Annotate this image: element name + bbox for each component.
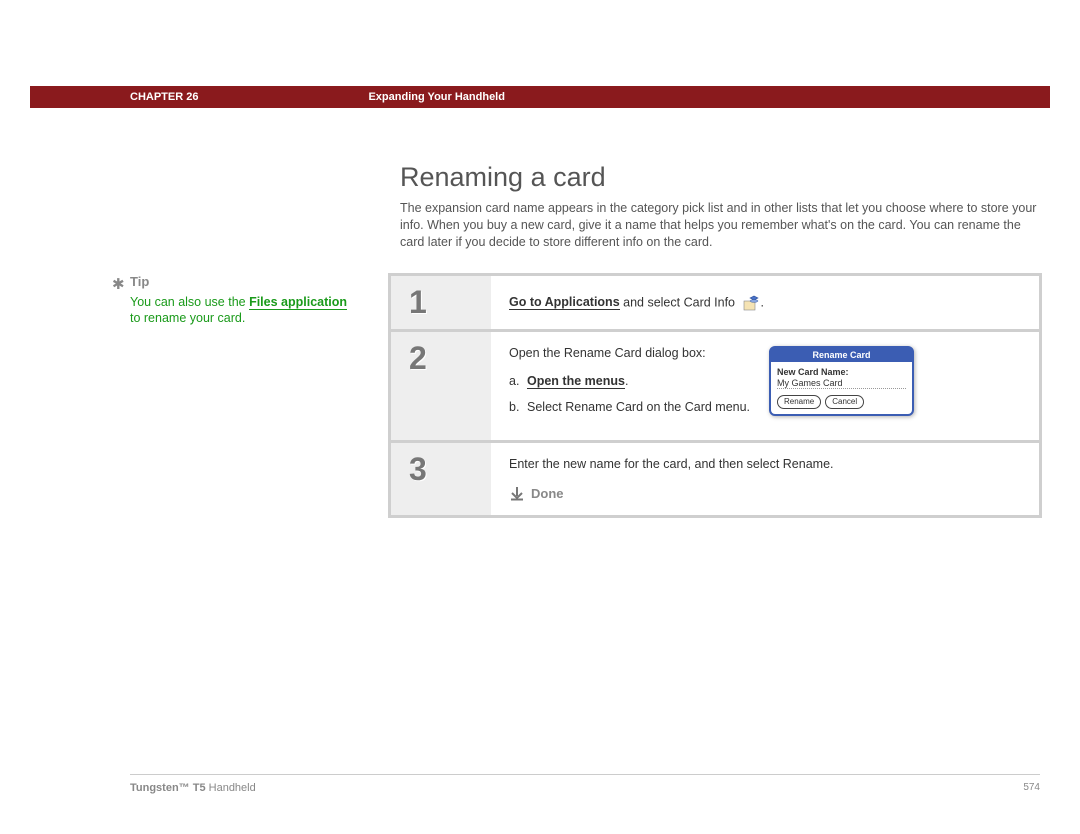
page-title: Renaming a card: [400, 162, 606, 193]
step-1: 1 Go to Applications and select Card Inf…: [391, 276, 1039, 329]
substep-text: Select Rename Card on the Card menu.: [527, 400, 750, 414]
step-text: Open the Rename Card dialog box: a. Open…: [509, 346, 759, 426]
dialog-title: Rename Card: [771, 348, 912, 362]
substep-b: b. Select Rename Card on the Card menu.: [509, 400, 759, 414]
section-title: Expanding Your Handheld: [198, 91, 505, 103]
product-name-bold: Tungsten™ T5: [130, 782, 206, 794]
tip-label: Tip: [130, 273, 360, 291]
step-body: Go to Applications and select Card Info …: [491, 276, 1039, 329]
card-info-icon: [742, 294, 760, 312]
intro-paragraph: The expansion card name appears in the c…: [400, 200, 1040, 251]
go-to-applications-link[interactable]: Go to Applications: [509, 295, 620, 310]
open-menus-link[interactable]: Open the menus: [527, 374, 625, 389]
asterisk-icon: ✱: [112, 275, 125, 295]
cancel-button[interactable]: Cancel: [825, 395, 864, 409]
step-lead: Open the Rename Card dialog box:: [509, 346, 759, 360]
dialog-field-value[interactable]: My Games Card: [777, 378, 906, 389]
step-body: Open the Rename Card dialog box: a. Open…: [491, 332, 1039, 440]
substep-a: a. Open the menus.: [509, 374, 759, 388]
step-3: 3 Enter the new name for the card, and t…: [391, 443, 1039, 515]
substep-label: b.: [509, 400, 527, 414]
substep-label: a.: [509, 374, 527, 388]
step-text: Go to Applications and select Card Info …: [509, 294, 1021, 312]
rename-button[interactable]: Rename: [777, 395, 821, 409]
step-text: Enter the new name for the card, and the…: [509, 457, 1021, 471]
chapter-header: CHAPTER 26 Expanding Your Handheld: [30, 86, 1050, 108]
product-name-rest: Handheld: [206, 782, 256, 794]
chapter-label: CHAPTER 26: [30, 91, 198, 103]
steps-container: 1 Go to Applications and select Card Inf…: [388, 273, 1042, 518]
page-number: 574: [1023, 782, 1040, 793]
step-trail: .: [760, 295, 763, 309]
footer-product: Tungsten™ T5 Handheld: [130, 782, 256, 794]
step-2: 2 Open the Rename Card dialog box: a. Op…: [391, 332, 1039, 440]
files-application-link[interactable]: Files application: [249, 295, 347, 310]
tip-box: ✱ Tip You can also use the Files applica…: [130, 273, 360, 327]
step-number: 1: [391, 276, 491, 329]
dialog-field-label: New Card Name:: [777, 367, 906, 377]
substep-trail: .: [625, 374, 628, 388]
step-body: Enter the new name for the card, and the…: [491, 443, 1039, 515]
tip-text-post: to rename your card.: [130, 311, 245, 325]
footer-divider: [130, 774, 1040, 775]
done-arrow-icon: [509, 485, 525, 501]
done-label: Done: [531, 486, 564, 501]
step-number: 2: [391, 332, 491, 440]
tip-text: You can also use the Files application t…: [130, 294, 360, 328]
tip-text-pre: You can also use the: [130, 295, 249, 309]
rename-card-dialog: Rename Card New Card Name: My Games Card…: [769, 346, 914, 416]
step-number: 3: [391, 443, 491, 515]
step-rest: and select Card Info: [620, 295, 739, 309]
done-row: Done: [509, 485, 1021, 501]
